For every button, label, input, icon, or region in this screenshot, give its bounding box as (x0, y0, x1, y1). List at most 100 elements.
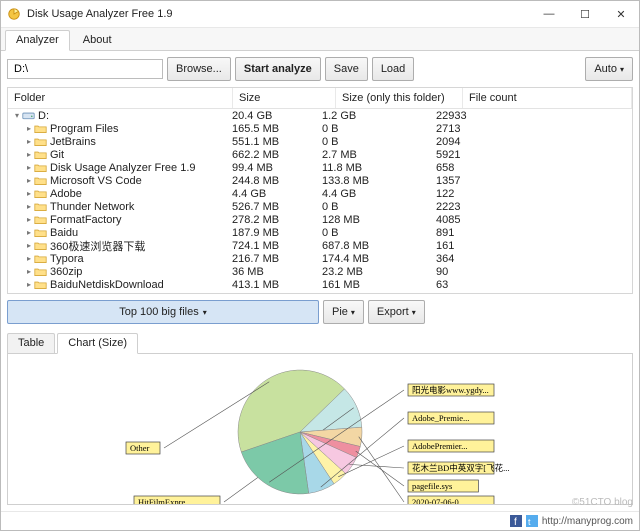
svg-text:2020-07-06-0...: 2020-07-06-0... (412, 497, 465, 504)
svg-text:阳光电影www.ygdy...: 阳光电影www.ygdy... (412, 385, 489, 395)
tab-about[interactable]: About (72, 30, 123, 51)
cell-size: 4.4 GB (230, 188, 320, 200)
tree-body[interactable]: ▾D:20.4 GB1.2 GB22933▸Program Files165.5… (8, 109, 632, 293)
folder-name: 360极速浏览器下载 (50, 238, 230, 254)
table-row[interactable]: ▸Program Files165.5 MB0 B2713 (8, 122, 632, 135)
cell-size: 278.2 MB (230, 214, 320, 226)
expand-icon[interactable]: ▸ (24, 163, 34, 172)
titlebar: Disk Usage Analyzer Free 1.9 — ☐ ✕ (1, 1, 639, 28)
cell-size: 187.9 MB (230, 227, 320, 239)
menubar: Analyzer About (1, 28, 639, 51)
status-url[interactable]: http://manyprog.com (542, 516, 633, 527)
cell-count: 2223 (434, 201, 504, 213)
content: Browse... Start analyze Save Load Auto F… (1, 51, 639, 511)
pie-dropdown[interactable]: Pie (323, 300, 364, 324)
minimize-button[interactable]: — (531, 1, 567, 27)
lower-tabs: Table Chart (Size) (7, 332, 633, 354)
table-row[interactable]: ▸360zip36 MB23.2 MB90 (8, 265, 632, 278)
tree-header: Folder Size Size (only this folder) File… (8, 88, 632, 109)
folder-name: Program Files (50, 123, 230, 135)
cell-count: 122 (434, 188, 504, 200)
cell-own-size: 4.4 GB (320, 188, 434, 200)
table-row[interactable]: ▸Microsoft VS Code244.8 MB133.8 MB1357 (8, 174, 632, 187)
table-row[interactable]: ▸ BaiduNetdiskDownload413.1 MB161 MB63 (8, 278, 632, 291)
cell-count: 891 (434, 227, 504, 239)
folder-name: 360zip (50, 266, 230, 278)
folder-name: Typora (50, 253, 230, 265)
expand-icon[interactable]: ▸ (24, 254, 34, 263)
table-row[interactable]: ▸Adobe4.4 GB4.4 GB122 (8, 187, 632, 200)
cell-count: 161 (434, 240, 504, 252)
save-button[interactable]: Save (325, 57, 368, 81)
table-row[interactable]: ▸Git662.2 MB2.7 MB5921 (8, 148, 632, 161)
table-row[interactable]: ▸360极速浏览器下载724.1 MB687.8 MB161 (8, 239, 632, 252)
expand-icon[interactable]: ▸ (24, 124, 34, 133)
auto-dropdown[interactable]: Auto (585, 57, 633, 81)
export-dropdown[interactable]: Export (368, 300, 425, 324)
expand-icon[interactable]: ▾ (12, 111, 22, 120)
cell-own-size: 2.7 MB (320, 149, 434, 161)
expand-icon[interactable]: ▸ (24, 202, 34, 211)
load-button[interactable]: Load (372, 57, 414, 81)
svg-text:Other: Other (130, 443, 150, 453)
expand-icon[interactable]: ▸ (24, 280, 34, 289)
cell-count: 5921 (434, 149, 504, 161)
start-analyze-button[interactable]: Start analyze (235, 57, 321, 81)
cell-count: 658 (434, 162, 504, 174)
folder-name: Thunder Network (50, 201, 230, 213)
expand-icon[interactable]: ▸ (24, 189, 34, 198)
browse-button[interactable]: Browse... (167, 57, 231, 81)
twitter-icon[interactable]: t (526, 515, 538, 527)
close-button[interactable]: ✕ (603, 1, 639, 27)
expand-icon[interactable]: ▸ (24, 137, 34, 146)
cell-count: 1357 (434, 175, 504, 187)
col-own-size[interactable]: Size (only this folder) (336, 88, 463, 108)
table-row[interactable]: ▾D:20.4 GB1.2 GB22933 (8, 109, 632, 122)
path-input[interactable] (7, 59, 163, 79)
col-size[interactable]: Size (233, 88, 336, 108)
tab-table[interactable]: Table (7, 333, 55, 354)
cell-count: 22933 (434, 110, 504, 122)
cell-size: 244.8 MB (230, 175, 320, 187)
cell-own-size: 161 MB (320, 279, 434, 291)
folder-name: Microsoft VS Code (50, 175, 230, 187)
folder-name: FormatFactory (50, 214, 230, 226)
tab-chart-size[interactable]: Chart (Size) (57, 333, 138, 354)
svg-text:AdobePremier...: AdobePremier... (412, 441, 467, 451)
cell-size: 99.4 MB (230, 162, 320, 174)
folder-name: Git (50, 149, 230, 161)
expand-icon[interactable]: ▸ (24, 241, 34, 250)
col-folder[interactable]: Folder (8, 88, 233, 108)
table-row[interactable]: ▸Thunder Network526.7 MB0 B2223 (8, 200, 632, 213)
table-row[interactable]: ▸Disk Usage Analyzer Free 1.999.4 MB11.8… (8, 161, 632, 174)
expand-icon[interactable]: ▸ (24, 228, 34, 237)
maximize-button[interactable]: ☐ (567, 1, 603, 27)
facebook-icon[interactable]: f (510, 515, 522, 527)
cell-count: 90 (434, 266, 504, 278)
col-file-count[interactable]: File count (463, 88, 632, 108)
folder-name: JetBrains (50, 136, 230, 148)
tab-analyzer[interactable]: Analyzer (5, 30, 70, 51)
table-row[interactable]: ▸Typora216.7 MB174.4 MB364 (8, 252, 632, 265)
expand-icon[interactable]: ▸ (24, 150, 34, 159)
app-window: Disk Usage Analyzer Free 1.9 — ☐ ✕ Analy… (0, 0, 640, 531)
svg-text:f: f (514, 517, 517, 527)
window-title: Disk Usage Analyzer Free 1.9 (27, 8, 173, 20)
cell-own-size: 0 B (320, 227, 434, 239)
table-row[interactable]: ▸ FormatFactory278.2 MB128 MB4085 (8, 213, 632, 226)
expand-icon[interactable]: ▸ (24, 176, 34, 185)
cell-count: 4085 (434, 214, 504, 226)
pie-chart: OtherHitFilmExpre...2020-07-06-0...pagef… (20, 354, 620, 504)
folder-name: BaiduNetdiskDownload (50, 279, 230, 291)
cell-own-size: 128 MB (320, 214, 434, 226)
table-row[interactable]: ▸JetBrains551.1 MB0 B2094 (8, 135, 632, 148)
cell-own-size: 0 B (320, 201, 434, 213)
cell-count: 63 (434, 279, 504, 291)
cell-size: 413.1 MB (230, 279, 320, 291)
expand-icon[interactable]: ▸ (24, 267, 34, 276)
expand-icon[interactable]: ▸ (24, 215, 34, 224)
cell-own-size: 23.2 MB (320, 266, 434, 278)
statusbar: f t http://manyprog.com (1, 511, 639, 530)
cell-size: 551.1 MB (230, 136, 320, 148)
top-big-files-button[interactable]: Top 100 big files (7, 300, 319, 324)
